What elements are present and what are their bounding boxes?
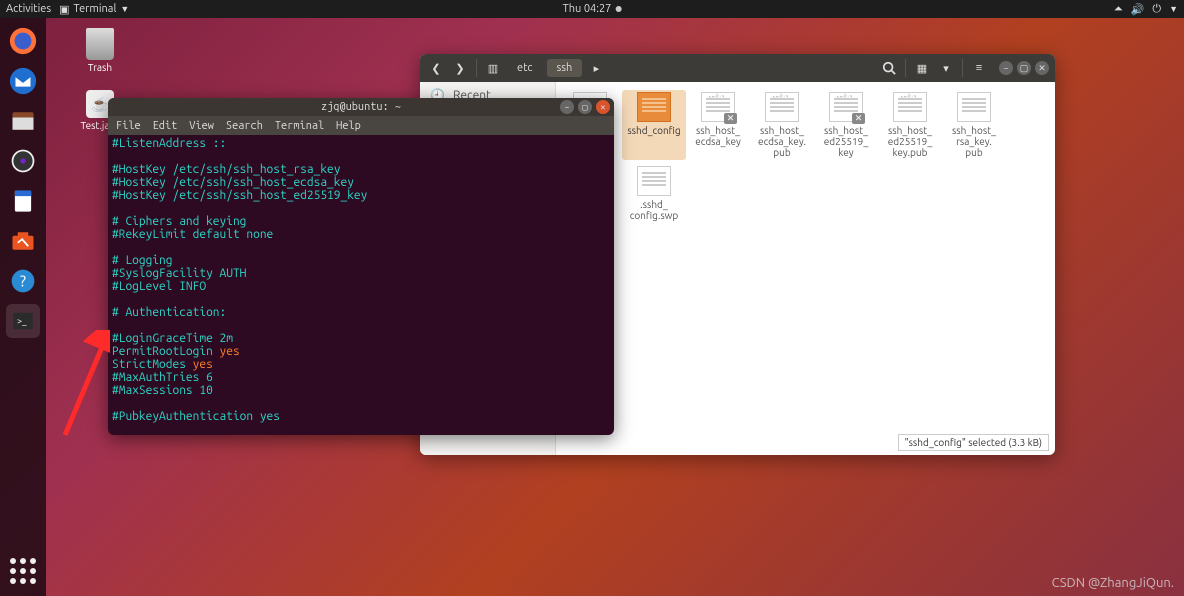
file-icon: ✕ <box>829 92 863 122</box>
nautilus-statusbar: "sshd_config" selected (3.3 kB) <box>898 434 1049 451</box>
desktop-trash[interactable]: Trash <box>70 28 130 73</box>
nav-back-button[interactable]: ❮ <box>426 58 446 78</box>
file-icon <box>637 92 671 122</box>
clock[interactable]: Thu 04:27 <box>563 3 622 15</box>
file-icon: ✕ <box>701 92 735 122</box>
close-button[interactable]: ✕ <box>596 100 610 114</box>
terminal-icon: ▣ <box>59 3 69 16</box>
noaccess-badge-icon: ✕ <box>724 113 737 124</box>
file-item[interactable]: ssh_host_ ed25519_ key.pub <box>878 90 942 160</box>
terminal-title: zjq@ubuntu: ~ <box>321 101 401 113</box>
menu-edit[interactable]: Edit <box>153 120 178 132</box>
app-menu-label: Terminal <box>74 3 117 15</box>
power-icon[interactable]: ⏻ <box>1152 3 1161 16</box>
recording-dot-icon <box>615 6 621 12</box>
dock-files[interactable] <box>6 104 40 138</box>
file-item[interactable]: sshd_config <box>622 90 686 160</box>
dock-rhythmbox[interactable] <box>6 144 40 178</box>
trash-icon <box>86 28 114 60</box>
file-icon <box>765 92 799 122</box>
file-label: ssh_host_ ed25519_ key.pub <box>880 125 940 158</box>
minimize-button[interactable]: – <box>560 100 574 114</box>
file-label: ssh_host_ ed25519_ key <box>816 125 876 158</box>
path-ssh[interactable]: ssh <box>547 59 583 77</box>
close-button[interactable]: ✕ <box>1035 61 1049 75</box>
file-icon <box>637 166 671 196</box>
view-grid-button[interactable]: ▦ <box>912 58 932 78</box>
nautilus-file-grid[interactable]: ssh_configsshd_config✕ssh_host_ ecdsa_ke… <box>556 82 1055 455</box>
file-label: .sshd_ config.swp <box>624 199 684 221</box>
volume-icon[interactable]: 🔊 <box>1131 3 1145 16</box>
annotation-arrow <box>60 330 110 440</box>
menu-search[interactable]: Search <box>226 120 263 132</box>
divider <box>476 59 477 77</box>
network-icon[interactable]: ⏶ <box>1114 3 1123 16</box>
minimize-button[interactable]: – <box>999 61 1013 75</box>
chevron-down-icon[interactable]: ▼ <box>1169 4 1178 14</box>
maximize-button[interactable]: ▢ <box>1017 61 1031 75</box>
search-button[interactable] <box>879 58 899 78</box>
file-label: ssh_host_ rsa_key. pub <box>944 125 1004 158</box>
file-icon <box>957 92 991 122</box>
clock-text: Thu 04:27 <box>563 3 612 15</box>
file-label: sshd_config <box>624 125 684 136</box>
file-label: ssh_host_ ecdsa_key <box>688 125 748 147</box>
menu-view[interactable]: View <box>189 120 214 132</box>
path-root-icon[interactable]: ▥ <box>483 58 503 78</box>
terminal-window: zjq@ubuntu: ~ – ▢ ✕ File Edit View Search Te… <box>108 98 614 435</box>
dock-terminal[interactable]: >_ <box>6 304 40 338</box>
file-item[interactable]: .sshd_ config.swp <box>622 164 686 223</box>
terminal-body[interactable]: #ListenAddress :: #HostKey /etc/ssh/ssh_… <box>108 135 614 435</box>
dock: ? >_ <box>0 18 46 596</box>
desktop-trash-label: Trash <box>70 62 130 73</box>
file-item[interactable]: ssh_host_ rsa_key. pub <box>942 90 1006 160</box>
activities-button[interactable]: Activities <box>6 3 51 15</box>
dock-software[interactable] <box>6 224 40 258</box>
watermark: CSDN @ZhangJiQun. <box>1052 576 1174 590</box>
dock-help[interactable]: ? <box>6 264 40 298</box>
path-more-icon[interactable]: ▸ <box>586 58 606 78</box>
app-menu[interactable]: ▣ Terminal ▼ <box>59 3 129 16</box>
dock-thunderbird[interactable] <box>6 64 40 98</box>
svg-text:>_: >_ <box>17 316 27 326</box>
hamburger-menu-button[interactable]: ≡ <box>969 58 989 78</box>
file-item[interactable]: ✕ssh_host_ ecdsa_key <box>686 90 750 160</box>
file-label: ssh_host_ ecdsa_key. pub <box>752 125 812 158</box>
file-icon <box>893 92 927 122</box>
path-etc[interactable]: etc <box>507 59 543 77</box>
svg-text:?: ? <box>20 271 26 289</box>
terminal-titlebar[interactable]: zjq@ubuntu: ~ – ▢ ✕ <box>108 98 614 116</box>
search-icon <box>882 61 896 75</box>
chevron-down-icon: ▼ <box>120 4 129 14</box>
terminal-menubar: File Edit View Search Terminal Help <box>108 116 614 135</box>
app-grid-button[interactable] <box>6 554 40 588</box>
chevron-down-icon[interactable]: ▾ <box>936 58 956 78</box>
menu-terminal[interactable]: Terminal <box>275 120 324 132</box>
top-panel: Activities ▣ Terminal ▼ Thu 04:27 ⏶ 🔊 ⏻ … <box>0 0 1184 18</box>
noaccess-badge-icon: ✕ <box>852 113 865 124</box>
divider <box>962 59 963 77</box>
maximize-button[interactable]: ▢ <box>578 100 592 114</box>
dock-firefox[interactable] <box>6 24 40 58</box>
nautilus-header: ❮ ❯ ▥ etc ssh ▸ ▦ ▾ ≡ – ▢ ✕ <box>420 54 1055 82</box>
file-item[interactable]: ssh_host_ ecdsa_key. pub <box>750 90 814 160</box>
dock-writer[interactable] <box>6 184 40 218</box>
divider <box>905 59 906 77</box>
menu-file[interactable]: File <box>116 120 141 132</box>
nav-forward-button[interactable]: ❯ <box>450 58 470 78</box>
menu-help[interactable]: Help <box>336 120 361 132</box>
file-item[interactable]: ✕ssh_host_ ed25519_ key <box>814 90 878 160</box>
